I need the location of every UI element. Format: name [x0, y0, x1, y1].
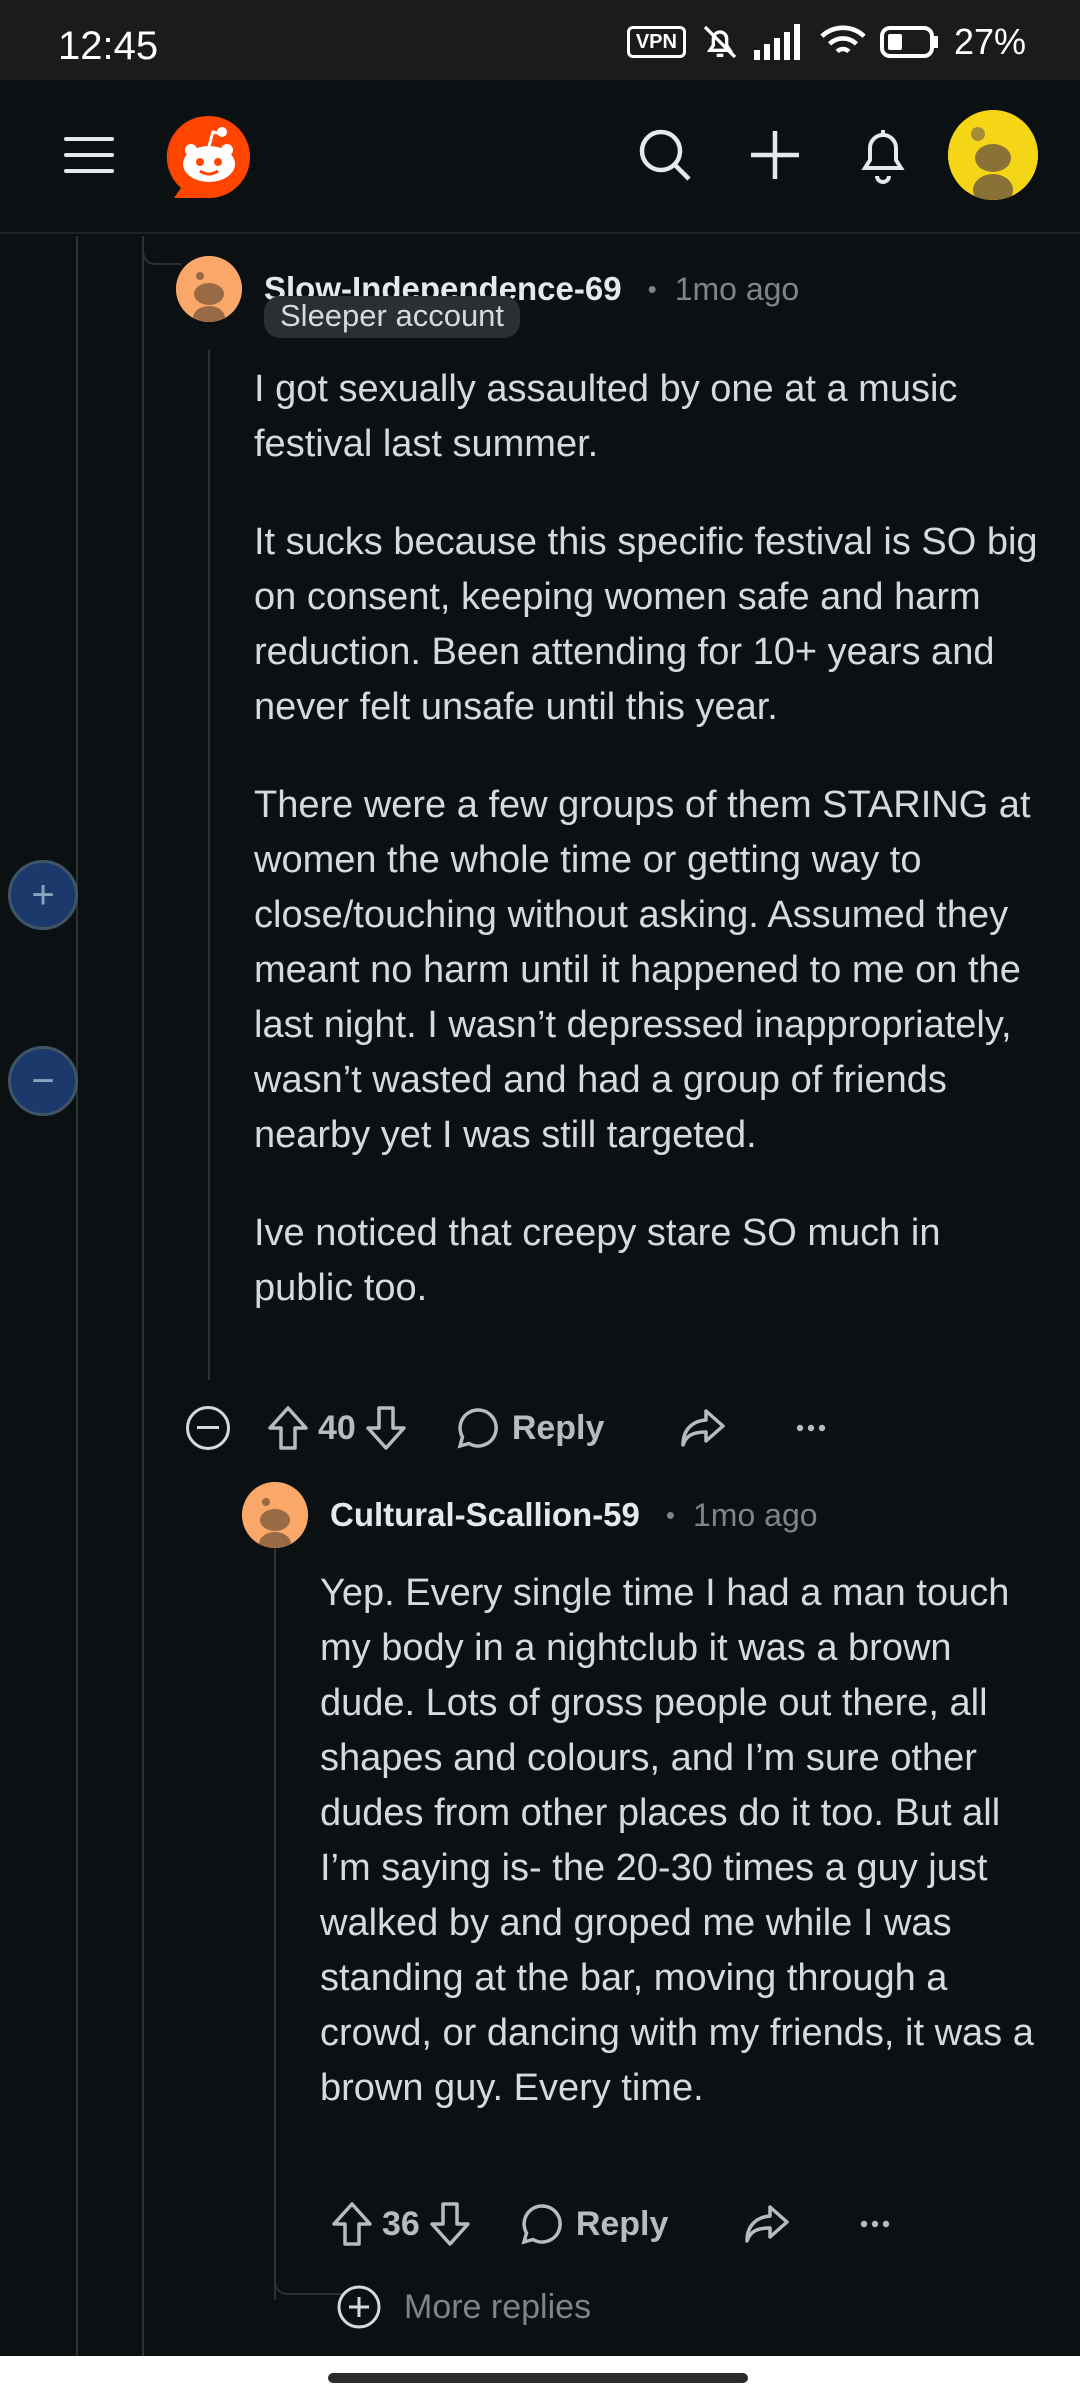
share-icon [745, 2205, 790, 2243]
comment-bubble-icon [521, 2204, 562, 2245]
thread-connector [274, 2260, 344, 2295]
upvote-icon [268, 1406, 308, 1450]
user-avatar-button[interactable] [948, 110, 1038, 200]
notifications-button[interactable] [848, 120, 918, 190]
avatar [948, 110, 1038, 200]
upvote-icon [332, 2202, 372, 2246]
more-replies-label: More replies [404, 2287, 592, 2326]
more-dots-icon [861, 2220, 890, 2228]
comment-paragraph: I got sexually assaulted by one at a mus… [254, 368, 958, 465]
plus-icon: + [31, 872, 55, 917]
comment-paragraph: There were a few groups of them STARING … [254, 784, 1031, 1156]
downvote-icon [430, 2202, 470, 2246]
expand-circle-icon [337, 2285, 381, 2329]
comment-paragraph: Ive noticed that creepy stare SO much in… [254, 1212, 941, 1309]
user-flair: Sleeper account [264, 296, 521, 338]
comment-paragraph: It sucks because this specific festival … [254, 521, 1038, 728]
thread-line [208, 350, 210, 1380]
reply-button[interactable]: Reply [456, 1406, 605, 1450]
vote-count: 40 [318, 1408, 356, 1447]
share-button[interactable] [744, 2204, 790, 2244]
collapse-thread-button[interactable] [186, 1406, 230, 1450]
status-icons: VPN 27% [626, 20, 1026, 64]
minus-icon [197, 1426, 219, 1429]
vote-count: 36 [382, 2204, 420, 2243]
more-replies-button[interactable]: More replies [336, 2284, 591, 2330]
downvote-button[interactable] [428, 2201, 472, 2247]
reply-label: Reply [575, 2204, 669, 2243]
mute-bell-icon [703, 25, 737, 59]
menu-icon [64, 137, 114, 173]
more-options-button[interactable] [860, 2220, 890, 2228]
status-time: 12:45 [58, 24, 159, 68]
separator-dot: • [647, 273, 657, 304]
upvote-button[interactable] [330, 2201, 374, 2247]
timestamp: 1mo ago [674, 270, 800, 307]
comment-body: Yep. Every single time I had a man touch… [320, 1566, 1040, 2116]
collapse-button[interactable]: − [8, 1046, 78, 1116]
battery-level: 27% [953, 21, 1026, 62]
separator-dot: • [665, 1499, 675, 1530]
downvote-icon [366, 1406, 406, 1450]
downvote-button[interactable] [364, 1405, 408, 1451]
menu-button[interactable] [54, 120, 124, 190]
search-icon [639, 129, 691, 181]
thread-line [142, 236, 144, 2356]
search-button[interactable] [630, 120, 700, 190]
snoo-avatar-icon [176, 256, 242, 322]
comment-paragraph: Yep. Every single time I had a man touch… [320, 1572, 1034, 2109]
create-post-button[interactable] [740, 120, 810, 190]
signal-icon [753, 24, 800, 60]
expand-button[interactable]: + [8, 860, 78, 930]
home-indicator[interactable] [328, 2373, 748, 2383]
wifi-icon [820, 25, 866, 54]
comment-bubble-icon [457, 1408, 498, 1449]
commenter-avatar[interactable] [176, 256, 242, 322]
upvote-button[interactable] [266, 1405, 310, 1451]
battery-icon [879, 26, 938, 58]
comment-header: Cultural-Scallion-59 • 1mo ago [242, 1482, 818, 1548]
more-dots-icon [797, 1424, 826, 1432]
vpn-icon: VPN [626, 26, 686, 58]
comment-body: I got sexually assaulted by one at a mus… [254, 362, 1044, 1316]
snoo-avatar-icon [242, 1482, 308, 1548]
timestamp: 1mo ago [693, 1496, 818, 1533]
reply-button[interactable]: Reply [520, 2202, 669, 2246]
thread-line [76, 236, 78, 2356]
reddit-logo-icon [166, 115, 250, 198]
app-header [0, 80, 1080, 234]
more-options-button[interactable] [796, 1424, 826, 1432]
minus-icon: − [31, 1058, 55, 1103]
thread-line [274, 1520, 276, 2300]
reply-label: Reply [511, 1408, 605, 1447]
status-bar: 12:45 VPN 27% [0, 0, 1080, 80]
share-button[interactable] [680, 1408, 726, 1448]
bell-icon [861, 130, 905, 184]
commenter-avatar[interactable] [242, 1482, 308, 1548]
share-icon [681, 1409, 726, 1447]
username[interactable]: Cultural-Scallion-59 [330, 1496, 640, 1534]
comment-actions: 36 Reply [330, 2194, 890, 2254]
comment-actions: 40 Reply [186, 1398, 826, 1458]
add-icon [751, 131, 799, 179]
reddit-logo[interactable] [164, 112, 254, 202]
